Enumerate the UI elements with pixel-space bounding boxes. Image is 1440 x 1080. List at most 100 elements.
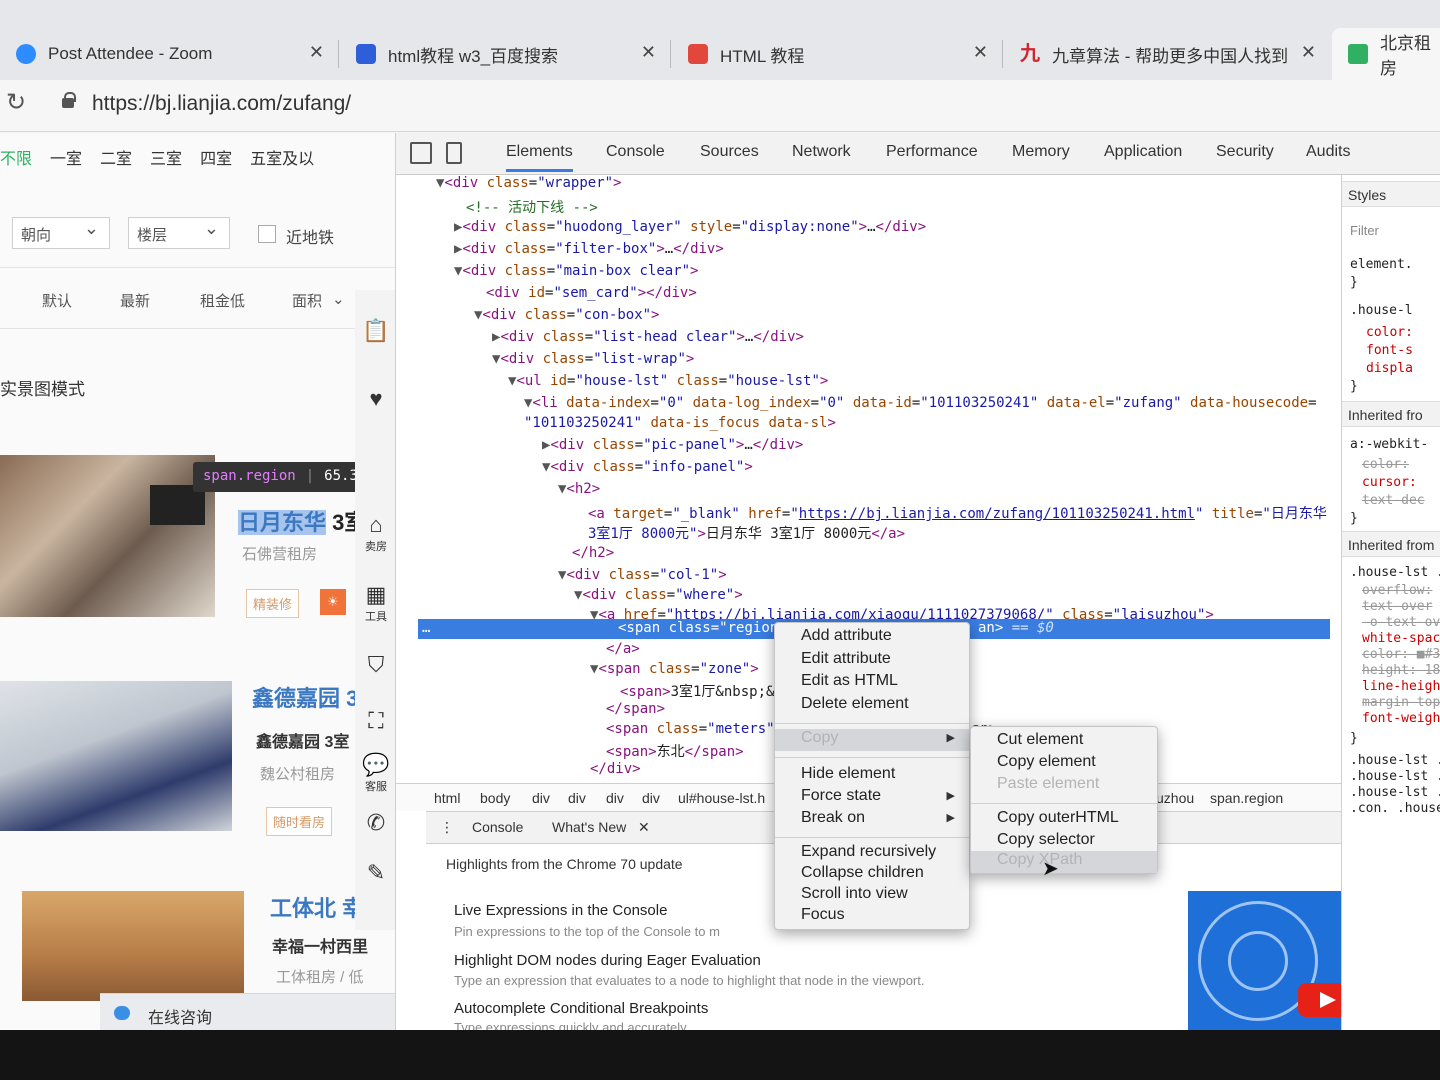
- dom-node[interactable]: ▼<div class="con-box">: [474, 307, 659, 323]
- dom-node[interactable]: ▶<div class="pic-panel">…</div>: [542, 437, 803, 453]
- breadcrumb-item[interactable]: div: [532, 790, 550, 806]
- tab-baidu[interactable]: html教程 w3_百度搜索 ✕: [340, 28, 670, 80]
- tab-memory[interactable]: Memory: [1012, 143, 1070, 161]
- dom-node[interactable]: ▼<div class="col-1">: [558, 567, 727, 583]
- close-icon[interactable]: ✕: [1301, 42, 1316, 63]
- styles-tab[interactable]: Styles: [1342, 181, 1440, 207]
- breadcrumb-item[interactable]: div: [568, 790, 586, 806]
- dom-node[interactable]: ▼<span class="zone">: [590, 661, 759, 677]
- room-option[interactable]: 二室: [100, 145, 132, 169]
- menu-item-scroll-into-view[interactable]: Scroll into view: [775, 885, 969, 907]
- menu-item-edit-as-html[interactable]: Edit as HTML: [775, 672, 969, 694]
- dom-node[interactable]: </span>: [606, 701, 665, 717]
- feature-title[interactable]: Autocomplete Conditional Breakpoints: [454, 1000, 708, 1017]
- menu-item-hide-element[interactable]: Hide element: [775, 765, 969, 787]
- dom-comment[interactable]: <!-- 活动下线 -->: [466, 197, 598, 217]
- floor-select[interactable]: 楼层: [128, 217, 230, 249]
- breadcrumb-item[interactable]: div: [606, 790, 624, 806]
- sort-default[interactable]: 默认: [42, 290, 72, 311]
- menu-item-copy-selector[interactable]: Copy selector: [971, 831, 1157, 853]
- sidebar-tools[interactable]: ▦ 工具: [355, 582, 397, 624]
- online-consult-bar[interactable]: 在线咨询: [100, 993, 395, 1030]
- menu-item-copy-outerhtml[interactable]: Copy outerHTML: [971, 809, 1157, 831]
- close-icon[interactable]: ✕: [638, 819, 650, 836]
- listing-photo[interactable]: [22, 891, 244, 1001]
- styles-filter[interactable]: Filter: [1350, 223, 1379, 238]
- listing-photo[interactable]: [0, 455, 215, 617]
- heart-icon[interactable]: ♥: [355, 386, 397, 412]
- dom-node[interactable]: ▼<div class="where">: [574, 587, 743, 603]
- tab-console[interactable]: Console: [606, 143, 665, 161]
- dom-node[interactable]: <span>东北</span>: [606, 741, 744, 761]
- listing-title[interactable]: 日月东华 3室: [238, 505, 366, 537]
- dom-node[interactable]: <a target="_blank" href="https://bj.lian…: [588, 503, 1327, 523]
- device-toolbar-icon[interactable]: [446, 142, 462, 164]
- menu-item-break-on[interactable]: Break on: [775, 809, 969, 831]
- room-option[interactable]: 一室: [50, 145, 82, 169]
- dom-node[interactable]: </a>: [606, 641, 640, 657]
- breadcrumb-item[interactable]: div: [642, 790, 660, 806]
- tab-zoom[interactable]: Post Attendee - Zoom ✕: [0, 28, 338, 80]
- dom-node[interactable]: </div>: [590, 761, 641, 775]
- dom-node[interactable]: <span class="meters">: [606, 721, 783, 737]
- room-option[interactable]: 四室: [200, 145, 232, 169]
- pencil-icon[interactable]: ✎: [355, 860, 397, 886]
- dom-node[interactable]: <span>3室1厅&nbsp;&: [620, 681, 774, 701]
- breadcrumb-item[interactable]: ul#house-lst.h: [678, 790, 765, 806]
- dom-node[interactable]: ▶<div class="filter-box">…</div>: [454, 241, 724, 257]
- listing-photo[interactable]: [0, 681, 232, 831]
- tab-sources[interactable]: Sources: [700, 143, 759, 161]
- sort-area[interactable]: 面积: [292, 290, 322, 311]
- close-icon[interactable]: ✕: [973, 42, 988, 63]
- breadcrumb-item[interactable]: html: [434, 790, 460, 806]
- inspect-element-icon[interactable]: [410, 142, 432, 164]
- room-option[interactable]: 不限: [0, 145, 32, 169]
- sidebar-sell[interactable]: ⌂ 卖房: [355, 512, 397, 554]
- menu-item-copy-xpath[interactable]: Copy XPath: [971, 851, 1157, 873]
- dom-node[interactable]: <div id="sem_card"></div>: [486, 285, 697, 301]
- menu-item-copy[interactable]: Copy: [775, 729, 969, 751]
- url-field[interactable]: https://bj.lianjia.com/zufang/: [92, 92, 351, 116]
- dom-node[interactable]: ▼<div class="list-wrap">: [492, 351, 694, 367]
- menu-item-edit-attribute[interactable]: Edit attribute: [775, 650, 969, 672]
- sort-newest[interactable]: 最新: [120, 290, 150, 311]
- drawer-menu-icon[interactable]: ⋮: [440, 819, 454, 836]
- drawer-tab-whats-new[interactable]: What's New: [552, 819, 626, 835]
- dom-node[interactable]: 3室1厅 8000元">日月东华 3室1厅 8000元</a>: [588, 523, 905, 543]
- tab-jiuzhang[interactable]: 九 九章算法 - 帮助更多中国人找到 ✕: [1004, 28, 1330, 80]
- dom-node[interactable]: ▼<div class="main-box clear">: [454, 263, 698, 279]
- listing-district[interactable]: 石佛营租房: [242, 543, 317, 564]
- breadcrumb-item[interactable]: body: [480, 790, 510, 806]
- dom-node[interactable]: ▼<div class="info-panel">: [542, 459, 753, 475]
- clipboard-icon[interactable]: 📋: [355, 318, 397, 344]
- sort-price[interactable]: 租金低: [200, 290, 245, 311]
- dom-node[interactable]: "101103250241" data-is_focus data-sl>: [524, 415, 836, 431]
- orientation-select[interactable]: 朝向: [12, 217, 110, 249]
- room-option[interactable]: 三室: [150, 145, 182, 169]
- tab-elements[interactable]: Elements: [506, 143, 573, 172]
- dom-node[interactable]: ▶<div class="huodong_layer" style="displ…: [454, 219, 926, 235]
- breadcrumb-item[interactable]: uzhou: [1156, 790, 1194, 806]
- tab-lianjia[interactable]: 北京租房: [1332, 28, 1440, 80]
- menu-item-paste-element[interactable]: Paste element: [971, 775, 1157, 797]
- tab-performance[interactable]: Performance: [886, 143, 978, 161]
- sidebar-service[interactable]: 💬 客服: [355, 752, 397, 794]
- menu-item-collapse-children[interactable]: Collapse children: [775, 864, 969, 886]
- region-highlight[interactable]: 日月东华: [238, 510, 327, 535]
- breadcrumb-item[interactable]: span.region: [1210, 790, 1283, 806]
- listing-subtitle[interactable]: 鑫德嘉园 3室: [256, 728, 349, 752]
- menu-item-focus[interactable]: Focus: [775, 906, 969, 928]
- dom-node[interactable]: ▼<ul id="house-lst" class="house-lst">: [508, 373, 828, 389]
- menu-item-force-state[interactable]: Force state: [775, 787, 969, 809]
- phone-icon[interactable]: ✆: [355, 810, 397, 836]
- tab-audits[interactable]: Audits: [1306, 143, 1350, 161]
- menu-item-cut-element[interactable]: Cut element: [971, 731, 1157, 753]
- menu-item-add-attribute[interactable]: Add attribute: [775, 627, 969, 649]
- tab-security[interactable]: Security: [1216, 143, 1274, 161]
- dom-node[interactable]: ▶<div class="list-head clear">…</div>: [492, 329, 804, 345]
- menu-item-copy-element[interactable]: Copy element: [971, 753, 1157, 775]
- tab-application[interactable]: Application: [1104, 143, 1182, 161]
- tab-html-tutorial[interactable]: HTML 教程 ✕: [672, 28, 1002, 80]
- feature-title[interactable]: Highlight DOM nodes during Eager Evaluat…: [454, 952, 761, 969]
- listing-subtitle[interactable]: 幸福一村西里: [272, 933, 368, 957]
